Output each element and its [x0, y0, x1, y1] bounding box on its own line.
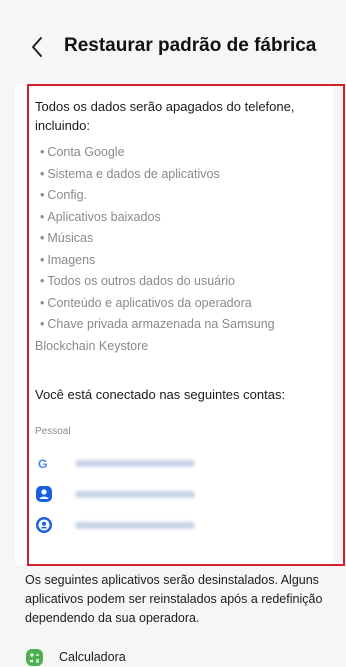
list-item: • Todos os outros dados do usuário — [40, 274, 236, 288]
list-item: • Conta Google — [40, 145, 125, 159]
samsung-account-icon — [35, 516, 53, 534]
list-item: • Config. — [40, 188, 87, 202]
page-title: Restaurar padrão de fábrica — [64, 35, 317, 56]
redacted-account-email — [75, 521, 195, 529]
redacted-account-email — [75, 459, 195, 467]
samsung-account-icon — [35, 485, 53, 503]
list-item: • Conteúdo e aplicativos da operadora — [40, 295, 252, 310]
app-label: Calculadora — [59, 650, 126, 664]
intro-text: Todos os dados serão apagados do telefon… — [35, 99, 295, 133]
account-row-google: G — [35, 452, 295, 474]
connected-accounts-label: Você está conectado nas seguintes contas… — [35, 387, 286, 402]
data-items-list: • Conta Google • Sistema e dados de aplica… — [35, 142, 330, 357]
list-item: • Chave privada armazenada na Samsung — [40, 317, 275, 331]
list-item: • Sistema e dados de aplicativos — [40, 166, 220, 181]
chevron-left-icon — [32, 37, 42, 57]
list-item: • Aplicativos baixados — [40, 209, 161, 224]
uninstall-notice: Os seguintes aplicativos serão desinstal… — [25, 573, 323, 625]
account-row-samsung — [35, 483, 295, 505]
list-item: • Músicas — [40, 231, 94, 245]
svg-text:G: G — [38, 457, 47, 470]
list-item-continuation: Blockchain Keystore — [35, 338, 149, 353]
redacted-account-email — [75, 490, 195, 498]
google-icon: G — [35, 454, 53, 472]
app-item-calculator: Calculadora — [26, 647, 126, 667]
list-item: • Imagens — [40, 252, 96, 267]
section-label-personal: Pessoal — [35, 426, 71, 437]
header: Restaurar padrão de fábrica — [0, 0, 346, 84]
back-button[interactable] — [28, 33, 46, 61]
account-row-samsung — [35, 514, 295, 536]
